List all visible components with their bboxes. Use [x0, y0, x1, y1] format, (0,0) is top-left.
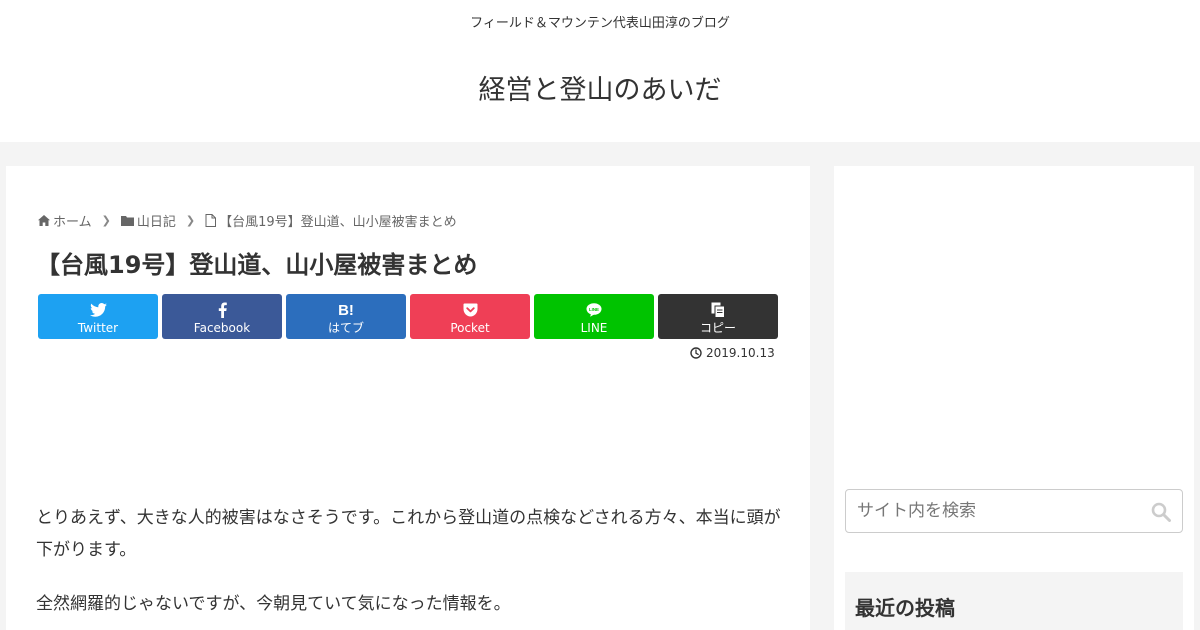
search-icon [1151, 502, 1171, 522]
share-line-label: LINE [580, 321, 608, 335]
clock-icon [690, 347, 702, 359]
twitter-icon [89, 300, 107, 320]
article-body: とりあえず、大きな人的被害はなさそうです。これから登山道の点検などされる方々、本… [36, 502, 781, 630]
share-pocket-label: Pocket [450, 321, 490, 335]
site-title-link[interactable]: 経営と登山のあいだ [0, 68, 1200, 107]
post-date: 2019.10.13 [690, 346, 775, 360]
chevron-right-icon: ❯ [185, 214, 196, 227]
sidebar: 最近の投稿 [834, 166, 1194, 630]
hatebu-icon: B! [338, 301, 354, 319]
facebook-icon [218, 300, 227, 320]
recent-posts-widget: 最近の投稿 [845, 572, 1183, 630]
share-hatebu-button[interactable]: B! はてブ [286, 294, 406, 339]
share-copy-button[interactable]: コピー [658, 294, 778, 339]
site-header: フィールド＆マウンテン代表山田淳のブログ 経営と登山のあいだ [0, 0, 1200, 142]
main-content: ホーム ❯ 山日記 ❯ 【台風19号】登山道、山小屋被害まとめ 【台風19号】登… [6, 166, 810, 630]
share-hatebu-label: はてブ [327, 321, 364, 335]
article-paragraph: 全然網羅的じゃないですが、今朝見ていて気になった情報を。 [36, 594, 511, 614]
breadcrumb-category-label: 山日記 [136, 215, 176, 230]
breadcrumb-category[interactable]: 山日記 [120, 211, 176, 230]
share-copy-label: コピー [699, 321, 736, 335]
svg-text:LINE: LINE [589, 307, 599, 312]
copy-icon [711, 300, 725, 320]
search-button[interactable] [1150, 501, 1172, 523]
breadcrumb: ホーム ❯ 山日記 ❯ 【台風19号】登山道、山小屋被害まとめ [38, 211, 457, 230]
breadcrumb-home-label: ホーム [53, 215, 92, 230]
share-buttons: Twitter Facebook B! はてブ Pocket LINE LINE [38, 294, 778, 339]
line-icon: LINE [586, 300, 602, 320]
search-form [845, 489, 1183, 533]
post-date-text: 2019.10.13 [706, 346, 775, 360]
search-input[interactable] [846, 490, 1147, 532]
share-pocket-button[interactable]: Pocket [410, 294, 530, 339]
article-title: 【台風19号】登山道、山小屋被害まとめ [36, 251, 478, 279]
chevron-right-icon: ❯ [101, 214, 111, 227]
folder-icon [120, 216, 134, 226]
recent-posts-heading: 最近の投稿 [855, 596, 955, 620]
home-icon [38, 215, 50, 226]
share-facebook-button[interactable]: Facebook [162, 294, 282, 339]
breadcrumb-current-label: 【台風19号】登山道、山小屋被害まとめ [219, 215, 457, 230]
breadcrumb-home[interactable]: ホーム [38, 211, 92, 230]
pocket-icon [463, 300, 478, 320]
share-twitter-button[interactable]: Twitter [38, 294, 158, 339]
share-line-button[interactable]: LINE LINE [534, 294, 654, 339]
site-tagline: フィールド＆マウンテン代表山田淳のブログ [470, 16, 730, 31]
breadcrumb-current: 【台風19号】登山道、山小屋被害まとめ [205, 211, 457, 230]
file-icon [205, 214, 217, 227]
share-facebook-label: Facebook [193, 321, 251, 335]
article-paragraph: とりあえず、大きな人的被害はなさそうです。これから登山道の点検などされる方々、本… [36, 508, 781, 560]
share-twitter-label: Twitter [77, 321, 119, 335]
